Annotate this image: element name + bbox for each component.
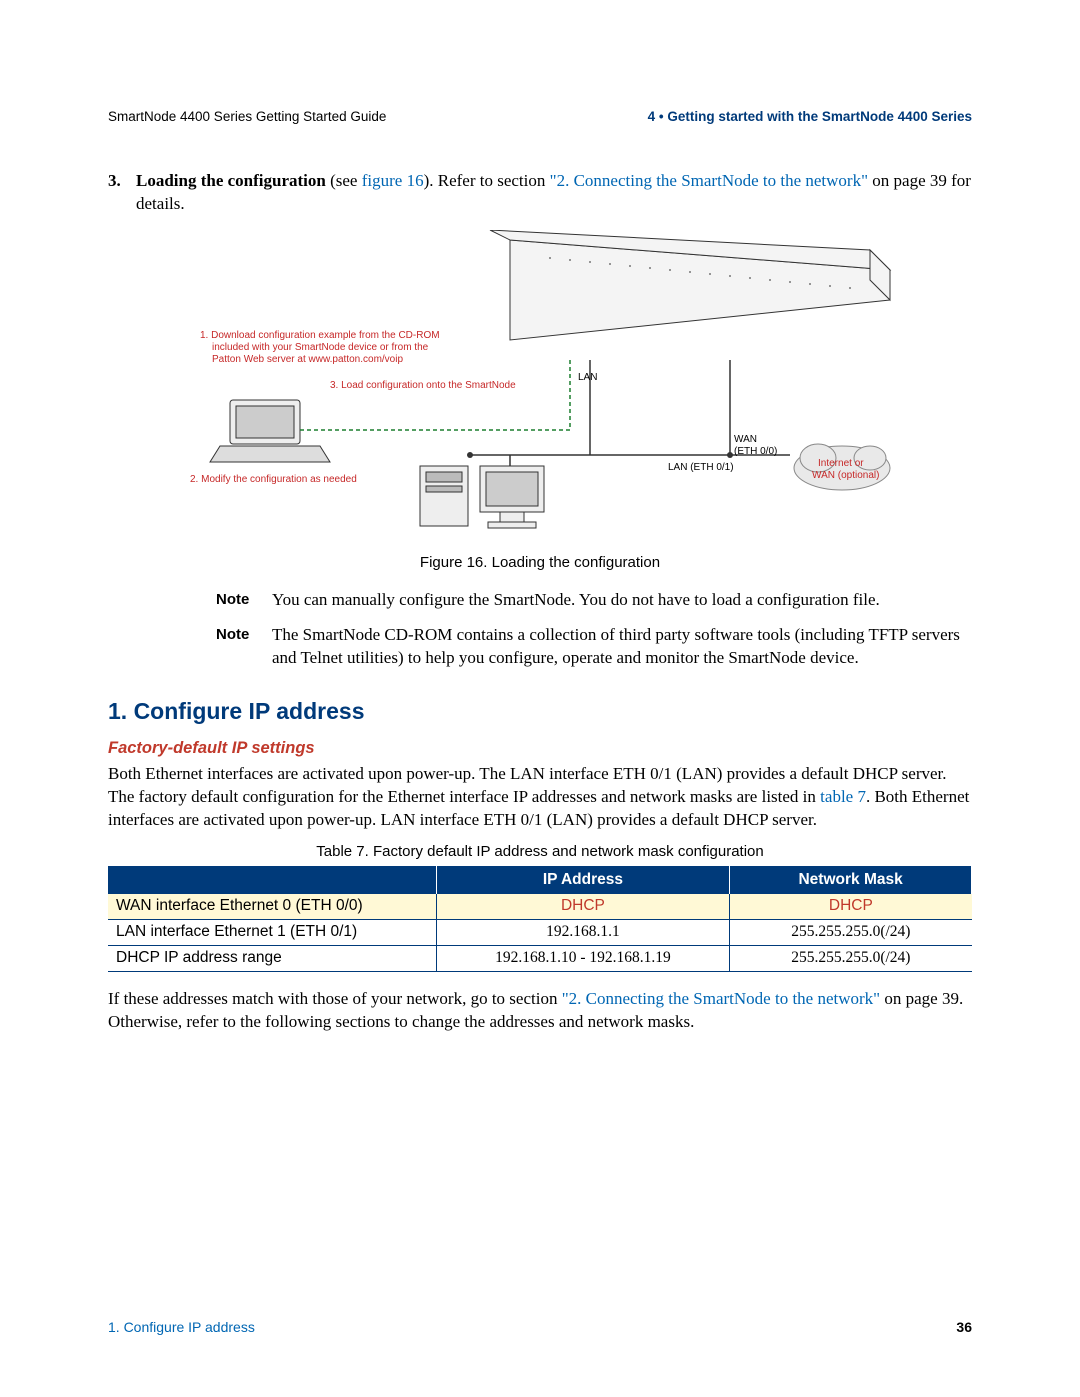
table-row: WAN interface Ethernet 0 (ETH 0/0) DHCP … — [108, 894, 972, 919]
cell-mask: DHCP — [730, 894, 972, 919]
ip-defaults-table: IP Address Network Mask WAN interface Et… — [108, 866, 972, 972]
fig-label-lan: LAN — [578, 372, 597, 383]
fig-cloud-line1: Internet or — [818, 458, 864, 469]
table-row: LAN interface Ethernet 1 (ETH 0/1) 192.1… — [108, 920, 972, 946]
cell-ip: DHCP — [436, 894, 730, 919]
row-label: LAN interface Ethernet 1 (ETH 0/1) — [108, 920, 436, 946]
note-label: Note — [216, 589, 272, 612]
closing-para: If these addresses match with those of y… — [108, 988, 972, 1034]
table-row: DHCP IP address range 192.168.1.10 - 192… — [108, 946, 972, 972]
factory-para: Both Ethernet interfaces are activated u… — [108, 763, 972, 832]
closing-link[interactable]: "2. Connecting the SmartNode to the netw… — [562, 989, 880, 1008]
fig-callout-1-line3: Patton Web server at www.patton.com/voip — [212, 354, 403, 365]
cell-mask: 255.255.255.0(/24) — [730, 946, 972, 972]
closing-pre: If these addresses match with those of y… — [108, 989, 562, 1008]
table-header-row: IP Address Network Mask — [108, 867, 972, 894]
figure-ref-link[interactable]: figure 16 — [362, 171, 424, 190]
note-1-body: You can manually configure the SmartNode… — [272, 589, 972, 612]
step-body: Loading the configuration (see figure 16… — [136, 170, 972, 216]
figure-caption: Figure 16. Loading the configuration — [108, 553, 972, 573]
section-link[interactable]: "2. Connecting the SmartNode to the netw… — [550, 171, 868, 190]
running-header: SmartNode 4400 Series Getting Started Gu… — [108, 108, 972, 126]
document-page: SmartNode 4400 Series Getting Started Gu… — [0, 0, 1080, 1397]
section-heading: 1. Configure IP address — [108, 696, 972, 727]
fig-callout-3: 3. Load configuration onto the SmartNode — [330, 380, 516, 391]
step-lead-bold: Loading the configuration — [136, 171, 326, 190]
table-ref-link[interactable]: table 7 — [820, 787, 866, 806]
cell-ip: 192.168.1.10 - 192.168.1.19 — [436, 946, 730, 972]
fig-cloud-line2: WAN (optional) — [812, 470, 879, 481]
header-right: 4 • Getting started with the SmartNode 4… — [648, 108, 972, 126]
subsection-heading: Factory-default IP settings — [108, 737, 972, 759]
page-number: 36 — [956, 1318, 972, 1337]
th-blank — [108, 867, 436, 894]
th-mask: Network Mask — [730, 867, 972, 894]
header-left: SmartNode 4400 Series Getting Started Gu… — [108, 108, 386, 126]
note-2-body: The SmartNode CD-ROM contains a collecti… — [272, 624, 972, 670]
row-label: DHCP IP address range — [108, 946, 436, 972]
fig-label-lan-eth: LAN (ETH 0/1) — [668, 462, 734, 473]
figure-diagram: 1. Download configuration example from t… — [170, 230, 910, 540]
row-label: WAN interface Ethernet 0 (ETH 0/0) — [108, 894, 436, 919]
fig-callout-1-line1: 1. Download configuration example from t… — [200, 330, 440, 341]
note-2: Note The SmartNode CD-ROM contains a col… — [216, 624, 972, 670]
fig-callout-2: 2. Modify the configuration as needed — [190, 474, 357, 485]
step-after-figref: ). Refer to section — [424, 171, 550, 190]
footer-left: 1. Configure IP address — [108, 1318, 255, 1337]
fig-label-wan-eth: (ETH 0/0) — [734, 446, 777, 457]
fig-label-wan: WAN — [734, 434, 757, 445]
step-3: 3. Loading the configuration (see figure… — [108, 170, 972, 216]
step-lead-rest: (see — [326, 171, 362, 190]
th-ip: IP Address — [436, 867, 730, 894]
cell-ip: 192.168.1.1 — [436, 920, 730, 946]
fig-callout-1-line2: included with your SmartNode device or f… — [212, 342, 429, 353]
note-label: Note — [216, 624, 272, 670]
figure-16: 1. Download configuration example from t… — [108, 230, 972, 573]
note-1: Note You can manually configure the Smar… — [216, 589, 972, 612]
running-footer: 1. Configure IP address 36 — [108, 1318, 972, 1337]
step-number: 3. — [108, 170, 136, 216]
table-caption: Table 7. Factory default IP address and … — [108, 842, 972, 862]
cell-mask: 255.255.255.0(/24) — [730, 920, 972, 946]
